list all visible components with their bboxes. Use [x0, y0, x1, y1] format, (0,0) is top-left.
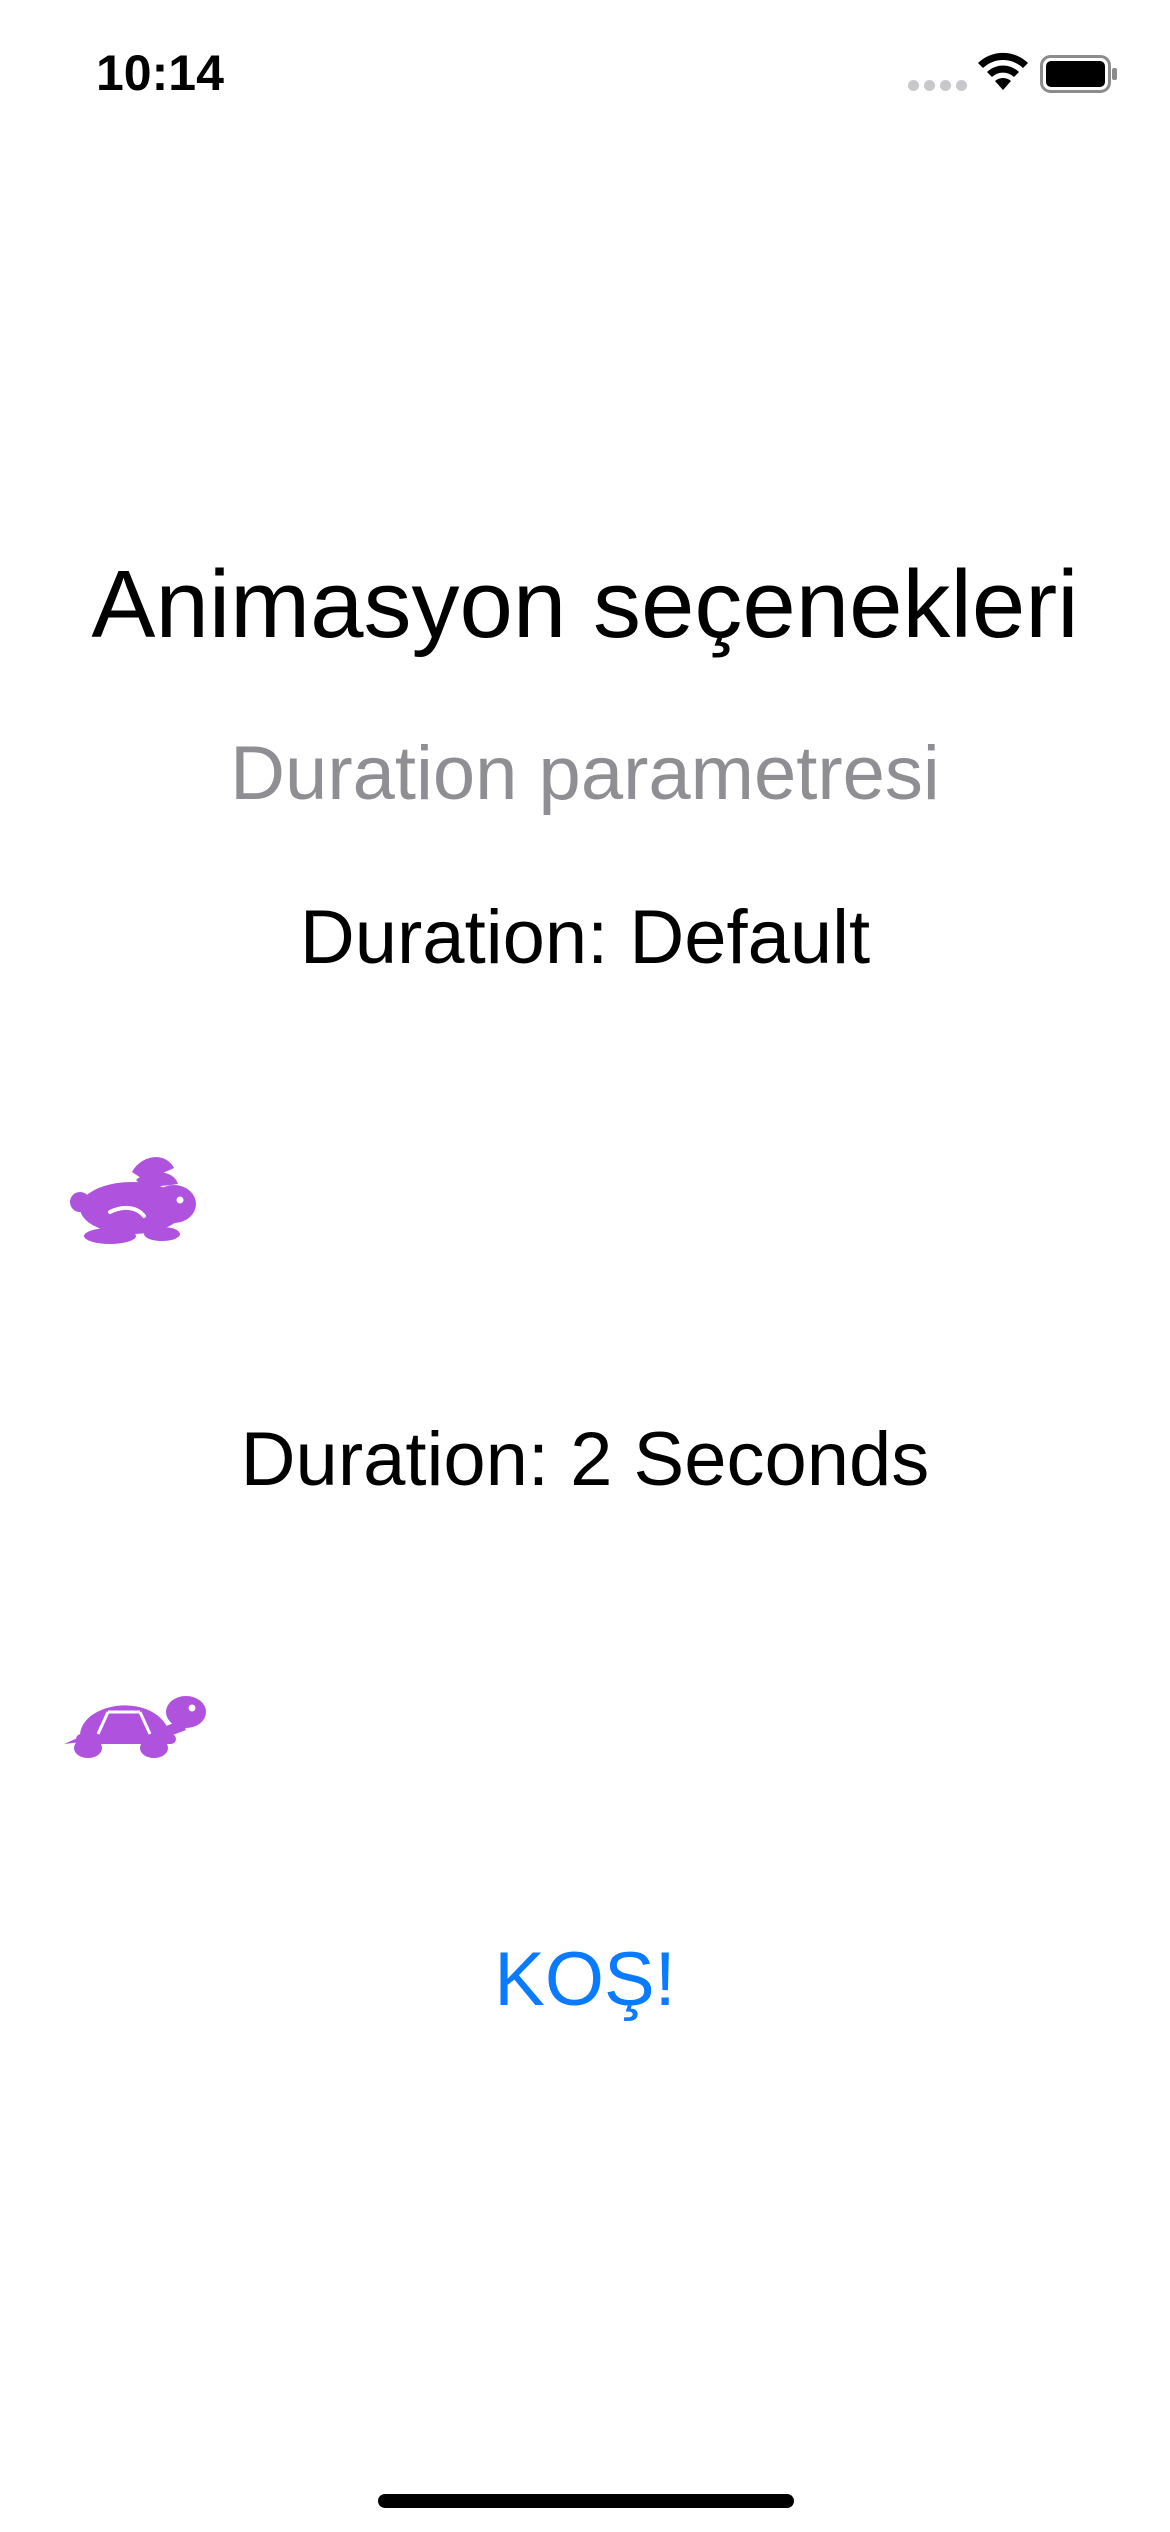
- rabbit-icon: [70, 1157, 196, 1244]
- wifi-icon: [978, 52, 1028, 90]
- battery-icon: [1040, 55, 1117, 93]
- status-time: 10:14: [96, 45, 224, 101]
- home-indicator[interactable]: [378, 2494, 794, 2508]
- cellular-dots-icon: [908, 80, 967, 91]
- page-subtitle: Duration parametresi: [230, 731, 940, 816]
- run-button-label: KOŞ!: [494, 1937, 676, 2022]
- duration-default-label: Duration: Default: [299, 895, 871, 980]
- turtle-icon: [64, 1696, 206, 1758]
- page-title: Animasyon seçenekleri: [91, 551, 1079, 658]
- status-bar: 10:14: [0, 0, 1170, 150]
- run-button[interactable]: KOŞ!: [0, 1930, 1170, 2030]
- duration-2-seconds-label: Duration: 2 Seconds: [240, 1417, 930, 1502]
